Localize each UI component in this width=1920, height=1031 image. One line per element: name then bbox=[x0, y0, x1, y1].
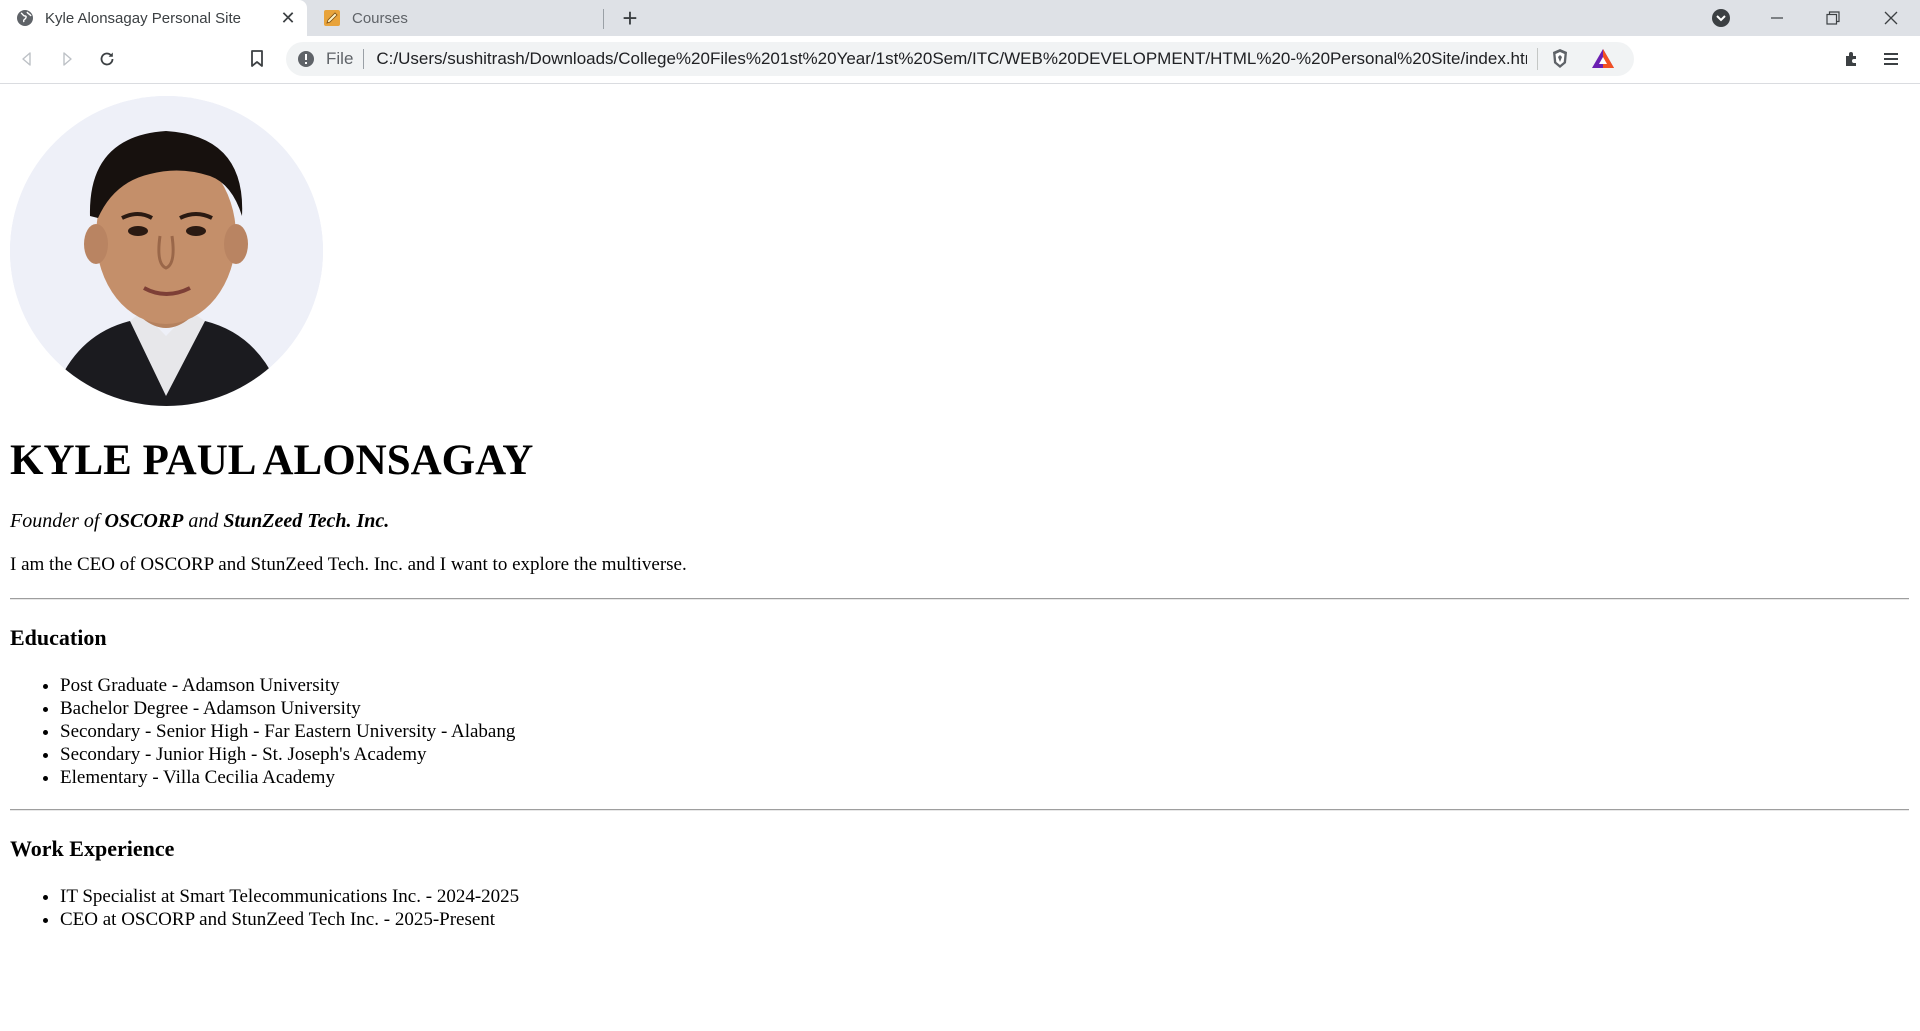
brave-shield-icon[interactable] bbox=[1548, 47, 1572, 71]
education-list: Post Graduate - Adamson University Bache… bbox=[10, 674, 515, 789]
list-item: Post Graduate - Adamson University bbox=[60, 674, 515, 697]
list-item: IT Specialist at Smart Telecommunication… bbox=[60, 885, 519, 908]
work-list: IT Specialist at Smart Telecommunication… bbox=[10, 885, 519, 931]
tagline-joiner: and bbox=[183, 510, 224, 532]
address-bar[interactable]: File C:/Users/sushitrash/Downloads/Colle… bbox=[286, 42, 1634, 76]
browser-toolbar: File C:/Users/sushitrash/Downloads/Colle… bbox=[0, 36, 1920, 84]
section-divider bbox=[10, 598, 1909, 600]
education-heading: Education bbox=[10, 625, 107, 650]
tab-title: Kyle Alonsagay Personal Site bbox=[45, 9, 241, 27]
tab-strip: Kyle Alonsagay Personal Site ✕ Courses + bbox=[0, 0, 1920, 36]
profile-photo bbox=[10, 96, 323, 406]
info-icon[interactable] bbox=[296, 49, 316, 69]
restore-icon[interactable] bbox=[1805, 0, 1861, 36]
tab-divider bbox=[603, 9, 604, 29]
tab-courses[interactable]: Courses bbox=[307, 0, 603, 36]
company-stunzeed: StunZeed Tech. Inc. bbox=[223, 510, 390, 532]
page-content: KYLE PAUL ALONSAGAY Founder of OSCORP an… bbox=[0, 84, 1920, 1031]
back-icon[interactable] bbox=[12, 44, 42, 74]
extensions-icon[interactable] bbox=[1837, 44, 1867, 74]
intro-text: I am the CEO of OSCORP and StunZeed Tech… bbox=[10, 554, 687, 575]
close-tab-icon[interactable]: ✕ bbox=[277, 7, 299, 29]
work-heading: Work Experience bbox=[10, 836, 175, 861]
new-tab-button[interactable]: + bbox=[616, 3, 644, 33]
tab-personal-site[interactable]: Kyle Alonsagay Personal Site ✕ bbox=[0, 0, 307, 36]
address-divider bbox=[363, 49, 365, 69]
section-divider bbox=[10, 809, 1909, 811]
page-title: KYLE PAUL ALONSAGAY bbox=[10, 437, 534, 484]
forward-icon[interactable] bbox=[52, 44, 82, 74]
list-item: Secondary - Senior High - Far Eastern Un… bbox=[60, 720, 515, 743]
tab-title: Courses bbox=[352, 9, 408, 27]
url-text[interactable]: C:/Users/sushitrash/Downloads/College%20… bbox=[376, 49, 1527, 69]
minimize-icon[interactable] bbox=[1749, 0, 1805, 36]
bookmark-icon[interactable] bbox=[242, 44, 272, 74]
list-item: Bachelor Degree - Adamson University bbox=[60, 697, 515, 720]
address-divider bbox=[1537, 48, 1538, 70]
tab-search-icon[interactable] bbox=[1710, 7, 1732, 29]
list-item: Secondary - Junior High - St. Joseph's A… bbox=[60, 743, 515, 766]
reload-icon[interactable] bbox=[92, 44, 122, 74]
list-item: CEO at OSCORP and StunZeed Tech Inc. - 2… bbox=[60, 908, 519, 931]
tagline: Founder of OSCORP and StunZeed Tech. Inc… bbox=[10, 510, 389, 533]
tagline-prefix: Founder of bbox=[10, 510, 105, 532]
list-item: Elementary - Villa Cecilia Academy bbox=[60, 766, 515, 789]
brave-rewards-icon[interactable] bbox=[1590, 47, 1616, 71]
close-window-icon[interactable] bbox=[1863, 0, 1919, 36]
company-oscorp: OSCORP bbox=[104, 510, 184, 532]
menu-icon[interactable] bbox=[1876, 44, 1906, 74]
globe-icon bbox=[16, 9, 34, 27]
site-scheme-label: File bbox=[326, 49, 354, 68]
pencil-icon bbox=[323, 9, 341, 27]
